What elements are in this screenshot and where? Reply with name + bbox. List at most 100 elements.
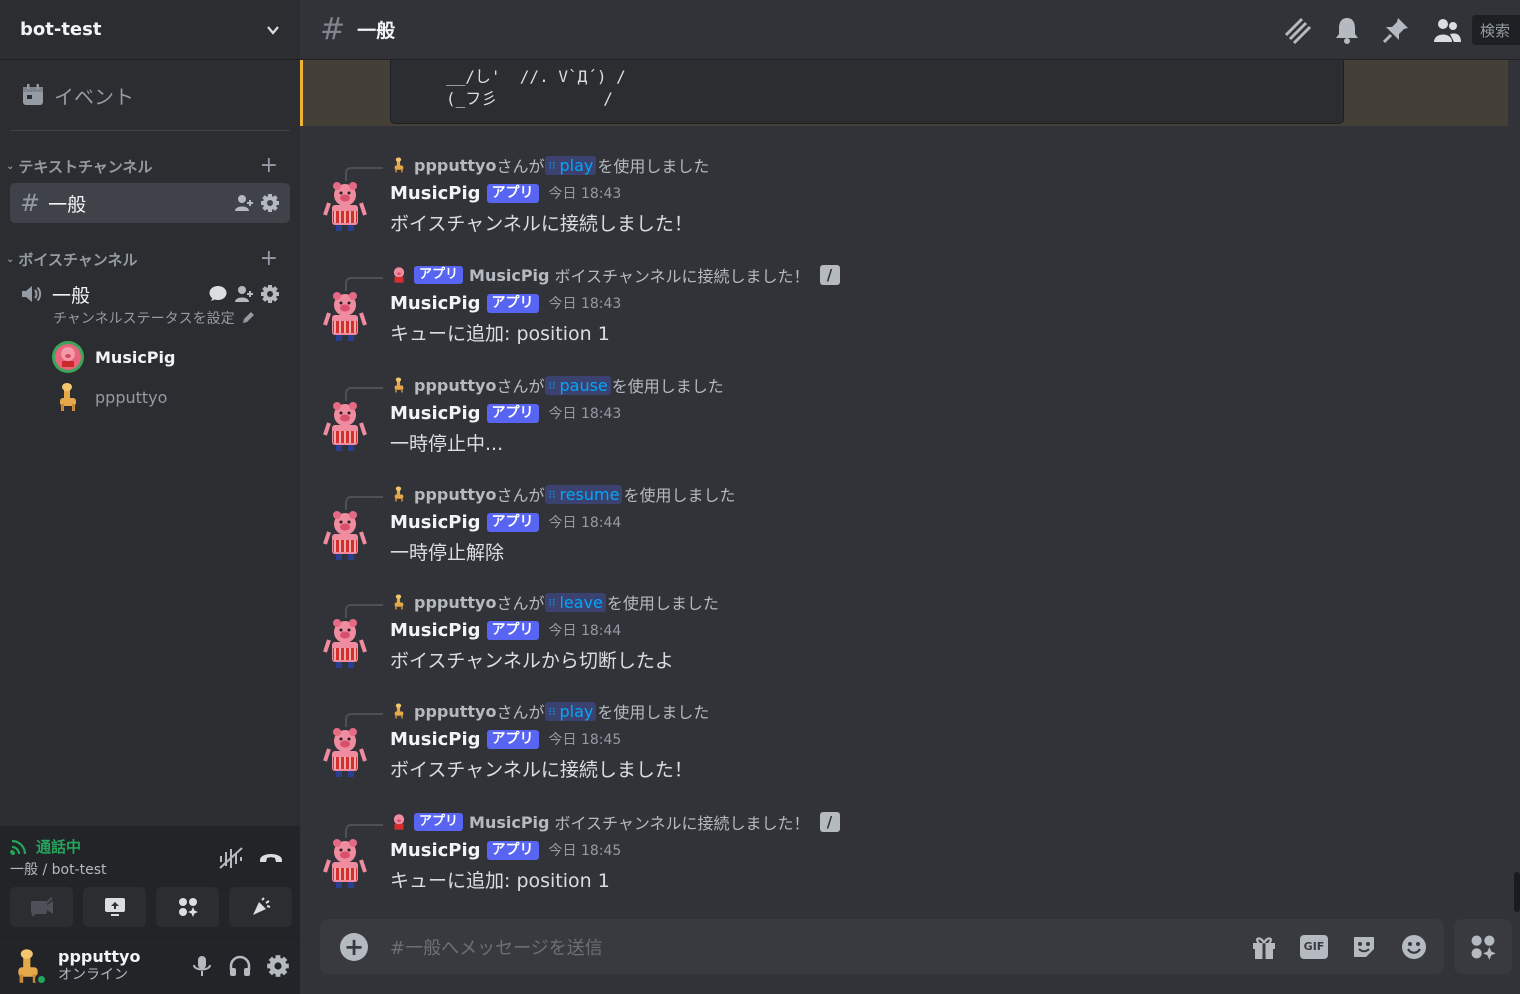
avatar[interactable]	[10, 948, 48, 986]
invite-icon[interactable]	[234, 285, 254, 303]
avatar[interactable]	[320, 291, 370, 343]
category-label: テキストチャンネル	[18, 157, 153, 176]
channel-header: # 一般 検索	[300, 0, 1520, 60]
gift-icon[interactable]	[1250, 933, 1278, 961]
pig-icon	[393, 267, 405, 283]
chat-bubble-icon[interactable]	[208, 285, 228, 303]
reply-context[interactable]: ppputtyo さんが ⁝⁝ resume を使用しました	[390, 482, 735, 506]
events-item[interactable]: イベント	[12, 74, 290, 116]
camera-off-button[interactable]	[10, 887, 73, 927]
reply-text: を使用しました	[606, 594, 719, 613]
reply-context[interactable]: ppputtyo さんが ⁝⁝ play を使用しました	[390, 153, 709, 177]
headphones-icon[interactable]	[228, 954, 252, 978]
scrollbar[interactable]	[1514, 872, 1520, 912]
slash-command-chip[interactable]: ⁝⁝ pause	[545, 375, 611, 395]
alpaca-icon	[394, 594, 404, 610]
message[interactable]: ppputtyo さんが ⁝⁝ resume を使用しました MusicPig アプリ 今日 …	[300, 474, 1510, 584]
server-header[interactable]: bot-test	[0, 0, 300, 60]
sidebar-item-voice-channel[interactable]: 一般 チャンネルステータスを設定	[10, 280, 290, 328]
activities-button[interactable]	[156, 887, 219, 927]
message-composer[interactable]: + #一般へメッセージを送信 GIF	[320, 919, 1444, 974]
members-icon[interactable]	[1432, 16, 1462, 44]
reply-username[interactable]: ppputtyo	[414, 485, 496, 504]
avatar[interactable]	[320, 838, 370, 890]
alpaca-icon	[394, 157, 404, 173]
threads-icon[interactable]	[1282, 15, 1312, 45]
message[interactable]: ppputtyo さんが ⁝⁝ play を使用しました MusicPig アプリ 今日 18…	[300, 691, 1510, 801]
apps-button[interactable]	[1454, 919, 1512, 974]
message-author[interactable]: MusicPig	[390, 403, 481, 424]
pin-icon[interactable]	[1382, 16, 1410, 44]
bell-icon[interactable]	[1334, 16, 1360, 44]
set-channel-status[interactable]: チャンネルステータスを設定	[53, 308, 290, 328]
disconnect-icon[interactable]	[258, 846, 284, 870]
activities-icon	[178, 898, 198, 917]
avatar[interactable]	[320, 401, 370, 453]
slash-command-chip[interactable]: ⁝⁝ resume	[545, 484, 623, 504]
add-channel-icon[interactable]: +	[260, 155, 278, 177]
sidebar-item-text-channel[interactable]: # 一般	[10, 183, 290, 223]
voice-user-musicpig[interactable]: MusicPig	[52, 339, 175, 375]
microphone-icon[interactable]	[190, 954, 214, 978]
voice-user-ppputtyo[interactable]: ppputtyo	[52, 379, 167, 415]
slash-command-chip[interactable]: ⁝⁝ play	[545, 155, 597, 175]
gear-icon[interactable]	[266, 954, 290, 978]
search-input[interactable]: 検索	[1472, 14, 1520, 45]
message-author[interactable]: MusicPig	[390, 183, 481, 204]
reply-username[interactable]: ppputtyo	[414, 376, 496, 395]
message[interactable]: ppputtyo さんが ⁝⁝ play を使用しました MusicPig アプリ 今日 18…	[300, 145, 1510, 255]
app-badge: アプリ	[486, 512, 539, 532]
message-author[interactable]: MusicPig	[390, 620, 481, 641]
message-body: ボイスチャンネルに接続しました！	[390, 759, 693, 781]
reply-username[interactable]: ppputtyo	[414, 156, 496, 175]
gif-button[interactable]: GIF	[1300, 934, 1328, 959]
message-author[interactable]: MusicPig	[390, 512, 481, 533]
invite-icon[interactable]	[234, 194, 254, 212]
avatar[interactable]	[320, 727, 370, 779]
avatar[interactable]	[320, 181, 370, 233]
add-channel-icon[interactable]: +	[260, 248, 278, 270]
reply-connector	[345, 277, 383, 291]
reply-username[interactable]: MusicPig	[469, 813, 549, 832]
message-input[interactable]: #一般へメッセージを送信	[390, 934, 1250, 960]
sticker-icon[interactable]	[1350, 933, 1378, 961]
category-voice-channels[interactable]: ⌄ ボイスチャンネル +	[6, 248, 290, 270]
attach-plus-button[interactable]: +	[340, 932, 368, 961]
gear-icon[interactable]	[260, 284, 280, 304]
voice-status[interactable]: 通話中	[10, 836, 81, 857]
message[interactable]: アプリ MusicPig ボイスチャンネルに接続しました！ / MusicPig アプリ今…	[300, 802, 1510, 912]
message-author[interactable]: MusicPig	[390, 729, 481, 750]
slash-command-chip[interactable]: ⁝⁝ leave	[545, 592, 606, 612]
app-badge: アプリ	[486, 729, 539, 749]
message-author[interactable]: MusicPig	[390, 840, 481, 861]
reply-context[interactable]: ppputtyo さんが ⁝⁝ pause を使用しました	[390, 373, 724, 397]
emoji-icon[interactable]	[1400, 933, 1428, 961]
reply-username[interactable]: ppputtyo	[414, 702, 496, 721]
user-info[interactable]: ppputtyo オンライン	[58, 948, 190, 984]
reply-username[interactable]: MusicPig	[469, 266, 549, 285]
gear-icon[interactable]	[260, 193, 280, 213]
reply-username[interactable]: ppputtyo	[414, 593, 496, 612]
message[interactable]: ppputtyo さんが ⁝⁝ pause を使用しました MusicPig アプリ 今日 1…	[300, 365, 1510, 475]
reply-context[interactable]: アプリ MusicPig ボイスチャンネルに接続しました！ /	[390, 263, 840, 287]
avatar[interactable]	[320, 618, 370, 670]
message-body: キューに追加: position 1	[390, 323, 610, 345]
reply-context[interactable]: アプリ MusicPig ボイスチャンネルに接続しました！ /	[390, 810, 840, 834]
voice-location[interactable]: 一般 / bot-test	[10, 859, 107, 879]
user-panel: ppputtyo オンライン	[0, 938, 300, 994]
slash-command-chip[interactable]: ⁝⁝ play	[545, 701, 597, 721]
reply-context[interactable]: ppputtyo さんが ⁝⁝ leave を使用しました	[390, 590, 719, 614]
noise-suppression-off-icon[interactable]	[218, 846, 244, 870]
message[interactable]: アプリ MusicPig ボイスチャンネルに接続しました！ / MusicPig アプリ今…	[300, 255, 1510, 365]
command-icon: ⁝⁝	[548, 378, 556, 392]
message-author[interactable]: MusicPig	[390, 293, 481, 314]
category-text-channels[interactable]: ⌄ テキストチャンネル +	[6, 155, 290, 177]
reply-context[interactable]: ppputtyo さんが ⁝⁝ play を使用しました	[390, 699, 709, 723]
message[interactable]: ppputtyo さんが ⁝⁝ leave を使用しました MusicPig アプリ 今日 1…	[300, 582, 1510, 692]
screen-share-button[interactable]	[83, 887, 146, 927]
reply-text: さんが	[496, 157, 545, 176]
chevron-down-icon: ⌄	[6, 253, 15, 265]
avatar[interactable]	[320, 510, 370, 562]
message-header: MusicPig アプリ 今日 18:43	[390, 291, 621, 315]
soundboard-button[interactable]	[229, 887, 292, 927]
